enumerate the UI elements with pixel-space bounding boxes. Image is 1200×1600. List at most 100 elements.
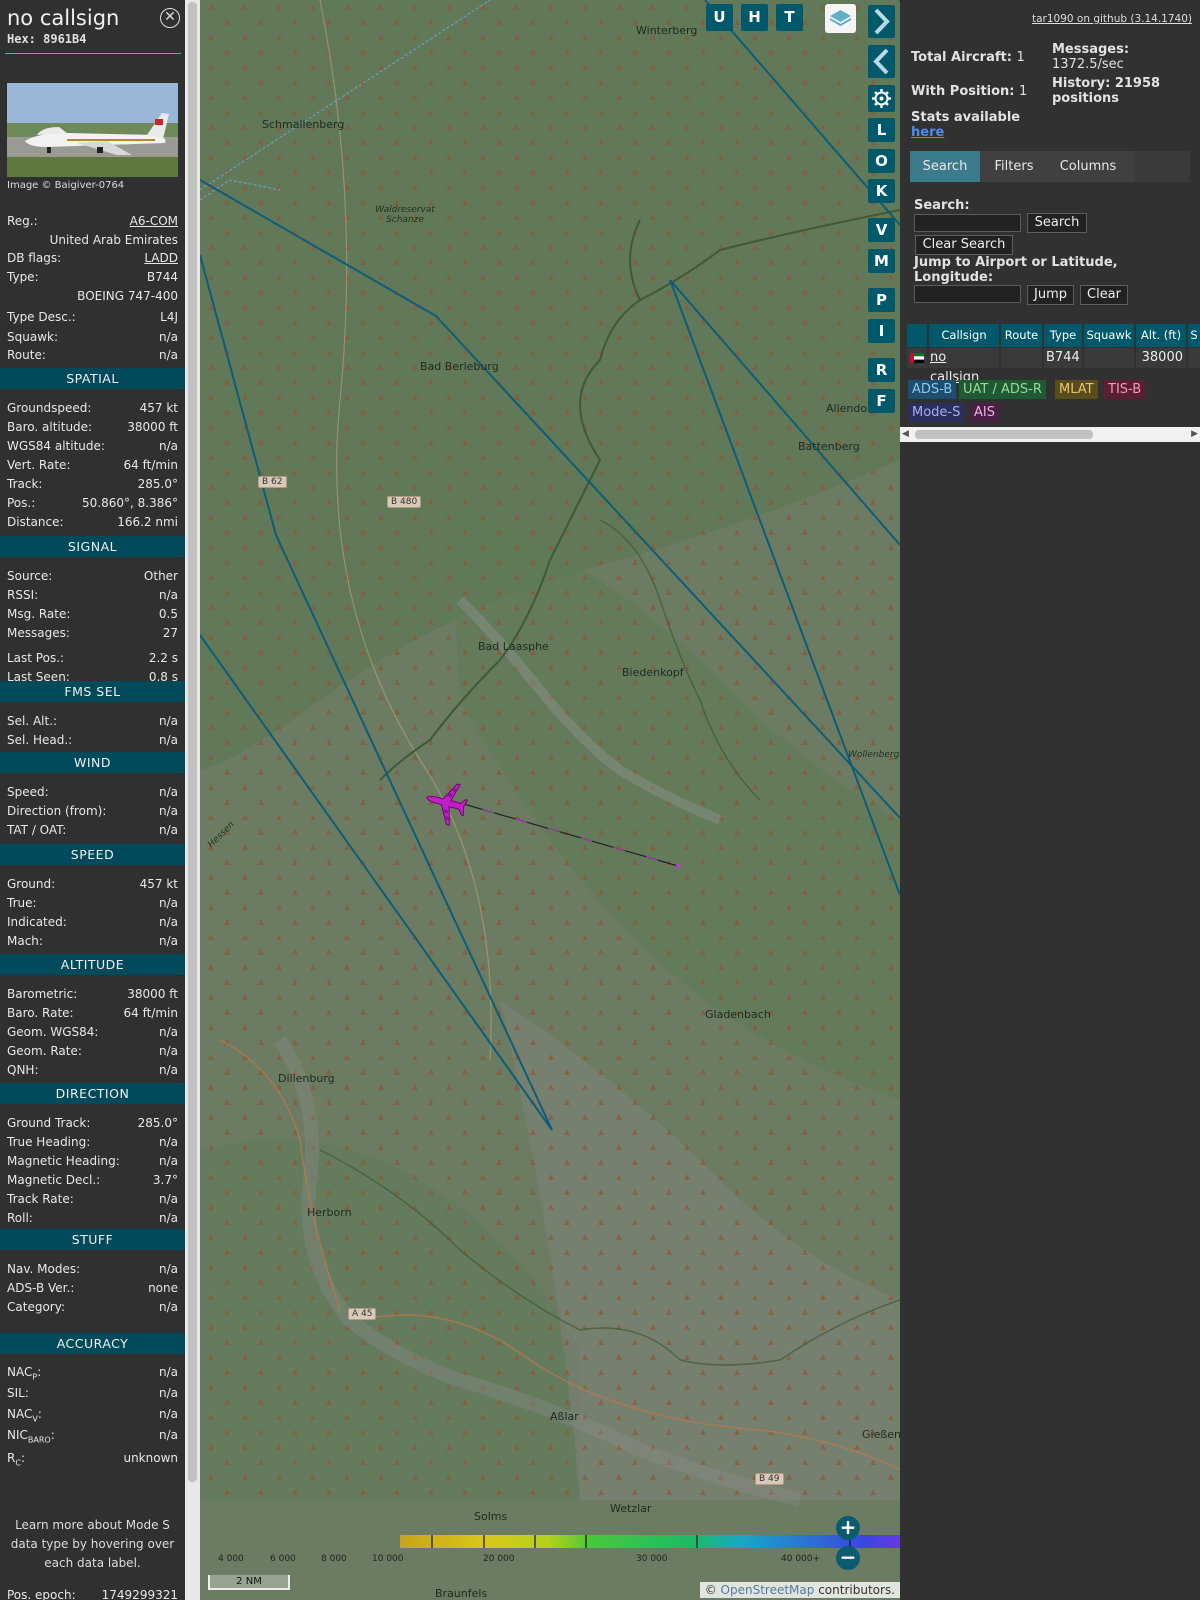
section-header: SPATIAL bbox=[0, 368, 185, 389]
map-toggle-k-button[interactable]: K bbox=[868, 179, 895, 203]
clear-button[interactable]: Clear bbox=[1080, 285, 1128, 305]
info-row: Mach: n/a bbox=[7, 934, 178, 951]
info-value: 285.0° bbox=[137, 477, 178, 491]
town-label: Biedenkopf bbox=[622, 666, 684, 679]
road-label: B 49 bbox=[755, 1473, 784, 1485]
zoom-out-icon[interactable]: − bbox=[836, 1546, 860, 1570]
source-tag[interactable]: TIS-B bbox=[1104, 380, 1146, 399]
layers-icon[interactable] bbox=[825, 4, 856, 33]
map-toggle-v-button[interactable]: V bbox=[868, 218, 895, 242]
search-label: Search: bbox=[914, 198, 970, 213]
info-value: n/a bbox=[158, 1386, 178, 1400]
tab-search[interactable]: Search bbox=[910, 151, 980, 182]
town-label: Solms bbox=[474, 1510, 508, 1523]
column-callsign[interactable]: Callsign bbox=[929, 324, 999, 347]
info-value: n/a bbox=[158, 804, 178, 818]
town-label: Gießen bbox=[862, 1428, 900, 1441]
github-link[interactable]: tar1090 on github (3.14.1740) bbox=[1032, 13, 1192, 25]
search-button[interactable]: Search bbox=[1027, 213, 1087, 233]
scrollbar-thumb[interactable] bbox=[915, 430, 1093, 439]
section-header: DIRECTION bbox=[0, 1083, 185, 1104]
info-label: Speed: bbox=[7, 785, 49, 799]
gear-icon[interactable] bbox=[868, 85, 895, 112]
info-row: NICBARO: n/a bbox=[7, 1428, 178, 1445]
info-value: n/a bbox=[158, 785, 178, 799]
close-icon[interactable]: ✕ bbox=[160, 8, 180, 28]
image-credit[interactable]: Image © Baigiver-0764 bbox=[7, 180, 124, 191]
source-tag[interactable]: Mode-S bbox=[908, 403, 965, 422]
toggle-h-button[interactable]: H bbox=[741, 4, 768, 31]
tab-filters[interactable]: Filters bbox=[984, 151, 1044, 182]
map-toggle-i-button[interactable]: I bbox=[868, 319, 895, 343]
column-route[interactable]: Route bbox=[1001, 324, 1042, 347]
info-value: B744 bbox=[146, 270, 178, 284]
label-colon: : bbox=[37, 1407, 42, 1421]
total-aircraft-value: 1 bbox=[1016, 50, 1025, 65]
source-tag[interactable]: MLAT bbox=[1055, 380, 1098, 399]
info-value: unknown bbox=[123, 1451, 178, 1465]
column-type[interactable]: Type bbox=[1044, 324, 1082, 347]
toggle-t-button[interactable]: T bbox=[776, 4, 803, 31]
info-label: Reg.: bbox=[7, 214, 38, 228]
jump-button[interactable]: Jump bbox=[1027, 285, 1074, 305]
scroll-right-icon[interactable]: ▶ bbox=[1191, 429, 1198, 439]
info-label: QNH: bbox=[7, 1063, 39, 1077]
info-label: NICBARO: bbox=[7, 1428, 55, 1444]
map-toggle-r-button[interactable]: R bbox=[868, 358, 895, 382]
info-value: 27 bbox=[162, 626, 178, 640]
scrollbar-thumb[interactable] bbox=[188, 2, 197, 1482]
aircraft-info-sidebar: no callsign ✕ Hex: 8961B4 Image © Baigiv… bbox=[0, 0, 185, 1600]
town-label: Waldreservat Schanze bbox=[375, 205, 435, 225]
scroll-left-icon[interactable]: ◀ bbox=[902, 429, 909, 439]
tab-columns[interactable]: Columns bbox=[1048, 151, 1128, 182]
column-speed[interactable]: S bbox=[1188, 324, 1200, 347]
section-header: STUFF bbox=[0, 1229, 185, 1250]
info-row: Speed: n/a bbox=[7, 785, 178, 802]
toggle-u-button[interactable]: U bbox=[706, 4, 733, 31]
search-input[interactable] bbox=[914, 214, 1021, 232]
table-horizontal-scrollbar[interactable]: ◀ ▶ bbox=[900, 427, 1200, 442]
info-row: Category: n/a bbox=[7, 1300, 178, 1317]
map-toggle-m-button[interactable]: M bbox=[868, 249, 895, 273]
map-toggle-p-button[interactable]: P bbox=[868, 288, 895, 312]
info-row: Ground Track: 285.0° bbox=[7, 1116, 178, 1133]
info-label: Mach: bbox=[7, 934, 43, 948]
osm-link[interactable]: OpenStreetMap bbox=[721, 1583, 815, 1597]
zoom-in-icon[interactable]: + bbox=[836, 1516, 860, 1540]
info-label: Msg. Rate: bbox=[7, 607, 71, 621]
info-label: True: bbox=[7, 896, 37, 910]
info-row: Source: Other bbox=[7, 569, 178, 586]
chevron-left-icon[interactable] bbox=[868, 45, 895, 78]
jump-input[interactable] bbox=[914, 285, 1021, 303]
stats-link[interactable]: here bbox=[911, 125, 944, 140]
clear-search-button[interactable]: Clear Search bbox=[915, 235, 1013, 255]
info-row: Direction (from): n/a bbox=[7, 804, 178, 821]
info-value[interactable]: LADD bbox=[144, 251, 178, 265]
info-label: Indicated: bbox=[7, 915, 67, 929]
label-subscript: BARO bbox=[27, 1435, 51, 1445]
chevron-right-icon[interactable] bbox=[868, 5, 895, 38]
sidebar-scrollbar[interactable] bbox=[185, 0, 200, 1600]
map-view[interactable]: Winterberg Schmallenberg Waldreservat Scha… bbox=[200, 0, 900, 1600]
aircraft-photo[interactable] bbox=[7, 83, 178, 177]
source-tag[interactable]: AIS bbox=[970, 403, 999, 422]
source-tag[interactable]: ADS-B bbox=[908, 380, 957, 399]
row-route bbox=[1001, 348, 1042, 368]
colorbar-label: 6 000 bbox=[270, 1554, 296, 1564]
column-squawk[interactable]: Squawk bbox=[1084, 324, 1134, 347]
info-value: n/a bbox=[158, 714, 178, 728]
info-value: n/a bbox=[158, 439, 178, 453]
pos-epoch-value: 1749299321 bbox=[101, 1588, 178, 1600]
info-row: ADS-B Ver.: none bbox=[7, 1281, 178, 1298]
map-toggle-l-button[interactable]: L bbox=[868, 118, 895, 142]
source-tag[interactable]: UAT / ADS-R bbox=[959, 380, 1046, 399]
row-callsign[interactable]: no callsign bbox=[929, 348, 999, 385]
map-toggle-f-button[interactable]: F bbox=[868, 389, 895, 413]
map-toggle-o-button[interactable]: O bbox=[868, 149, 895, 173]
column-altitude[interactable]: Alt. (ft) bbox=[1136, 324, 1186, 347]
info-row: RSSI: n/a bbox=[7, 588, 178, 605]
aircraft-marker-icon[interactable] bbox=[424, 780, 470, 826]
hex-code: Hex: 8961B4 bbox=[7, 32, 87, 46]
scale-bar: 2 NM bbox=[208, 1575, 290, 1590]
info-value[interactable]: A6-COM bbox=[130, 214, 178, 228]
